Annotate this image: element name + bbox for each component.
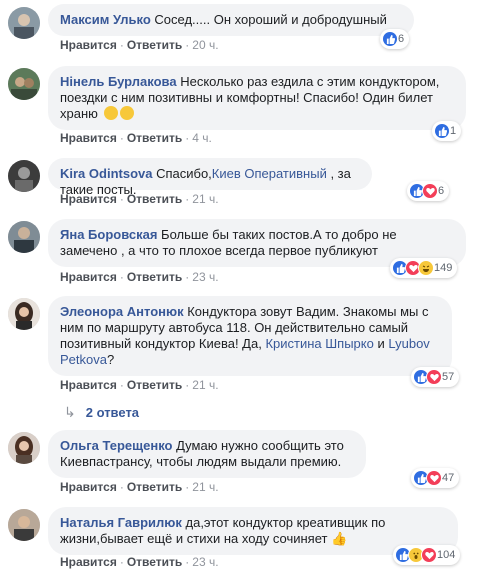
separator: · (185, 480, 190, 494)
separator: · (119, 270, 124, 284)
reaction-summary[interactable]: 6 (407, 181, 450, 201)
reply-link[interactable]: Ответить (127, 378, 182, 392)
separator: · (119, 38, 124, 52)
comment-bubble: Kira Odintsova Спасибо,Киев Оперативный … (48, 158, 372, 197)
comment-actions: Нравится · Ответить · 21 ч. (60, 192, 219, 206)
reaction-summary[interactable]: 6 (380, 29, 410, 49)
reply-link[interactable]: Ответить (127, 480, 182, 494)
timestamp[interactable]: 4 ч. (192, 131, 212, 145)
reply-link[interactable]: Ответить (127, 555, 182, 569)
comment-text: Сосед..... Он хороший и добродушный (150, 12, 387, 27)
avatar[interactable] (8, 221, 40, 253)
avatar[interactable] (8, 160, 40, 192)
comment-actions: Нравится · Ответить · 23 ч. (60, 270, 219, 284)
reaction-count: 57 (442, 371, 455, 383)
timestamp[interactable]: 23 ч. (192, 555, 218, 569)
reply-arrow-icon: ↳ (64, 404, 76, 420)
like-link[interactable]: Нравится (60, 480, 117, 494)
comment-actions: Нравится · Ответить · 21 ч. (60, 378, 219, 392)
comment-author[interactable]: Элеонора Антонюк (60, 304, 184, 319)
avatar[interactable] (8, 298, 40, 330)
comment-author[interactable]: Наталья Гаврилюк (60, 515, 182, 530)
separator: · (119, 131, 124, 145)
reaction-count: 1 (450, 125, 457, 137)
comment-author[interactable]: Ольга Терещенко (60, 438, 172, 453)
comment-bubble: Ольга Терещенко Думаю нужно сообщить это… (48, 430, 366, 478)
separator: · (185, 270, 190, 284)
reaction-count: 6 (398, 33, 405, 45)
comment-actions: Нравится · Ответить · 4 ч. (60, 131, 212, 145)
comment-bubble: Элеонора Антонюк Кондуктора зовут Вадим.… (48, 296, 452, 376)
timestamp[interactable]: 21 ч. (192, 378, 218, 392)
separator: · (185, 192, 190, 206)
comment-actions: Нравится · Ответить · 21 ч. (60, 480, 219, 494)
like-link[interactable]: Нравится (60, 555, 117, 569)
avatar[interactable] (8, 509, 40, 541)
thumbs-up-emoji-icon: 👍 (331, 531, 348, 546)
reply-link[interactable]: Ответить (127, 131, 182, 145)
comment-author[interactable]: Максим Улько (60, 12, 151, 27)
separator: · (185, 38, 190, 52)
reaction-count: 6 (438, 185, 445, 197)
reaction-summary[interactable]: 1 (432, 121, 462, 141)
replies-count: 2 ответа (85, 405, 140, 420)
comment-author[interactable]: Нінель Бурлакова (60, 74, 177, 89)
comment-text: Спасибо, (152, 166, 212, 181)
timestamp[interactable]: 21 ч. (192, 480, 218, 494)
separator: · (119, 480, 124, 494)
reaction-count: 149 (434, 262, 453, 274)
like-link[interactable]: Нравится (60, 270, 117, 284)
like-link[interactable]: Нравится (60, 192, 117, 206)
reply-link[interactable]: Ответить (127, 192, 182, 206)
timestamp[interactable]: 21 ч. (192, 192, 218, 206)
view-replies-link[interactable]: ↳ 2 ответа (64, 404, 139, 421)
comment-author[interactable]: Kira Odintsova (60, 166, 152, 181)
separator: · (119, 192, 124, 206)
reaction-summary[interactable]: 47 (411, 468, 460, 488)
heart-eyes-emoji-icon (119, 106, 134, 120)
mention-link[interactable]: Кристина Шпырко (265, 336, 373, 351)
comment-author[interactable]: Яна Боровская (60, 227, 157, 242)
like-link[interactable]: Нравится (60, 38, 117, 52)
separator: · (119, 555, 124, 569)
comment-text: и (373, 336, 389, 351)
separator: · (185, 378, 190, 392)
avatar[interactable] (8, 7, 40, 39)
reaction-summary[interactable]: 104 (393, 545, 461, 565)
separator: · (119, 378, 124, 392)
timestamp[interactable]: 20 ч. (192, 38, 218, 52)
avatar[interactable] (8, 432, 40, 464)
comment-text: ? (106, 352, 115, 367)
timestamp[interactable]: 23 ч. (192, 270, 218, 284)
like-link[interactable]: Нравится (60, 131, 117, 145)
comment-bubble: Нінель Бурлакова Несколько раз ездила с … (48, 66, 466, 130)
avatar[interactable] (8, 68, 40, 100)
grinning-emoji-icon (103, 106, 118, 120)
reaction-count: 47 (442, 472, 455, 484)
reaction-count: 104 (437, 549, 456, 561)
comment-actions: Нравится · Ответить · 20 ч. (60, 38, 219, 52)
reply-link[interactable]: Ответить (127, 38, 182, 52)
separator: · (185, 555, 190, 569)
comment-actions: Нравится · Ответить · 23 ч. (60, 555, 219, 569)
comment-bubble: Максим Улько Сосед..... Он хороший и доб… (48, 4, 414, 36)
reaction-summary[interactable]: 57 (411, 367, 460, 387)
mention-link[interactable]: Киев Оперативный (212, 166, 327, 181)
like-link[interactable]: Нравится (60, 378, 117, 392)
separator: · (185, 131, 190, 145)
reaction-summary[interactable]: 149 (390, 258, 458, 278)
reply-link[interactable]: Ответить (127, 270, 182, 284)
